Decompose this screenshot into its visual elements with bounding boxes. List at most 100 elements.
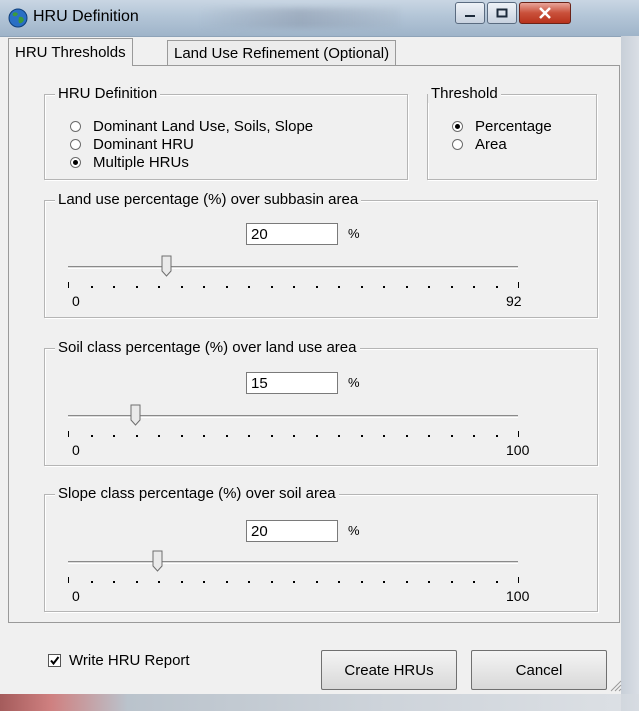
slider-ticks bbox=[68, 431, 519, 441]
write-hru-report-checkbox[interactable] bbox=[48, 654, 61, 667]
slider-max-label: 100 bbox=[506, 588, 530, 604]
maximize-icon bbox=[496, 8, 508, 18]
radio-button[interactable] bbox=[70, 121, 81, 132]
minimize-icon bbox=[465, 15, 475, 17]
slider-tick bbox=[293, 435, 295, 437]
slider-tick bbox=[405, 581, 408, 583]
slider-tick bbox=[360, 581, 363, 583]
slider-tick bbox=[518, 431, 519, 437]
slider-tick bbox=[90, 435, 93, 437]
slider-tick bbox=[68, 577, 69, 583]
slider-tick bbox=[113, 435, 115, 437]
write-hru-report-label: Write HRU Report bbox=[69, 652, 190, 669]
radio-label: Dominant Land Use, Soils, Slope bbox=[93, 118, 314, 135]
slider-tick bbox=[338, 581, 340, 583]
slider-tick bbox=[135, 581, 138, 583]
unit-label: % bbox=[348, 375, 360, 390]
title-bar[interactable]: HRU Definition bbox=[0, 0, 639, 37]
slider-tick bbox=[248, 435, 250, 437]
slider-track[interactable] bbox=[68, 266, 518, 269]
window-title: HRU Definition bbox=[33, 8, 139, 25]
slider-tick bbox=[135, 435, 138, 437]
slider-tick bbox=[158, 581, 160, 583]
slider-tick bbox=[450, 286, 453, 288]
cancel-button[interactable]: Cancel bbox=[471, 650, 607, 690]
slider-tick bbox=[180, 435, 183, 437]
slider-tick bbox=[495, 286, 498, 288]
slider-min-label: 0 bbox=[72, 442, 80, 458]
radio-dominant-hru[interactable]: Dominant HRU bbox=[70, 136, 194, 153]
slider-tick bbox=[495, 435, 498, 437]
tab-hru-thresholds[interactable]: HRU Thresholds bbox=[8, 38, 133, 66]
slider-ticks bbox=[68, 282, 519, 292]
slider-min-label: 0 bbox=[72, 588, 80, 604]
slider-tick bbox=[270, 286, 273, 288]
slider-tick bbox=[158, 286, 160, 288]
slider-tick bbox=[360, 435, 363, 437]
slider-thumb[interactable] bbox=[161, 255, 173, 277]
resize-grip-icon[interactable] bbox=[608, 678, 622, 692]
slider-tick bbox=[68, 431, 69, 437]
maximize-button[interactable] bbox=[487, 2, 517, 24]
slider-tick bbox=[428, 435, 430, 437]
button-label: Cancel bbox=[515, 661, 563, 679]
slope-class-percentage-input[interactable] bbox=[246, 520, 338, 542]
radio-label: Dominant HRU bbox=[93, 136, 194, 153]
slider-tick bbox=[518, 577, 519, 583]
land-use-percentage-input[interactable] bbox=[246, 223, 338, 245]
slider-tick bbox=[203, 286, 205, 288]
slider-track[interactable] bbox=[68, 561, 518, 564]
radio-dominant-landuse-soils-slope[interactable]: Dominant Land Use, Soils, Slope bbox=[70, 118, 313, 135]
tab-land-use-refinement[interactable]: Land Use Refinement (Optional) bbox=[167, 40, 397, 66]
unit-label: % bbox=[348, 226, 360, 241]
group-title: Soil class percentage (%) over land use … bbox=[55, 339, 360, 357]
radio-percentage[interactable]: Percentage bbox=[452, 118, 552, 135]
radio-button[interactable] bbox=[70, 157, 81, 168]
button-label: Create HRUs bbox=[344, 661, 434, 679]
slider-tick bbox=[180, 286, 183, 288]
soil-class-percentage-input[interactable] bbox=[246, 372, 338, 394]
radio-area[interactable]: Area bbox=[452, 136, 507, 153]
tab-label: HRU Thresholds bbox=[15, 44, 126, 61]
minimize-button[interactable] bbox=[455, 2, 485, 24]
slider-tick bbox=[270, 581, 273, 583]
slider-tick bbox=[338, 435, 340, 437]
slider-tick bbox=[225, 435, 228, 437]
slider-tick bbox=[225, 581, 228, 583]
radio-button[interactable] bbox=[452, 139, 463, 150]
radio-button[interactable] bbox=[452, 121, 463, 132]
slider-tick bbox=[180, 581, 183, 583]
slider-tick bbox=[428, 581, 430, 583]
slider-tick bbox=[293, 581, 295, 583]
close-button[interactable] bbox=[519, 2, 571, 24]
slider-tick bbox=[293, 286, 295, 288]
radio-label: Multiple HRUs bbox=[93, 154, 189, 171]
create-hrus-button[interactable]: Create HRUs bbox=[321, 650, 457, 690]
slider-tick bbox=[383, 286, 385, 288]
slider-tick bbox=[90, 581, 93, 583]
slider-tick bbox=[135, 286, 138, 288]
close-icon bbox=[539, 7, 551, 19]
tab-label: Land Use Refinement (Optional) bbox=[174, 45, 390, 62]
slider-tick bbox=[495, 581, 498, 583]
slider-min-label: 0 bbox=[72, 293, 80, 309]
slider-tick bbox=[225, 286, 228, 288]
radio-label: Percentage bbox=[475, 118, 552, 135]
globe-icon bbox=[8, 8, 28, 28]
slider-tick bbox=[405, 435, 408, 437]
slider-thumb[interactable] bbox=[152, 550, 164, 572]
slider-tick bbox=[315, 435, 318, 437]
slider-tick bbox=[473, 581, 475, 583]
slider-tick bbox=[68, 282, 69, 288]
checkmark-icon bbox=[50, 656, 60, 666]
slider-max-label: 92 bbox=[506, 293, 522, 309]
slider-tick bbox=[473, 286, 475, 288]
radio-multiple-hrus[interactable]: Multiple HRUs bbox=[70, 154, 189, 171]
group-title: Land use percentage (%) over subbasin ar… bbox=[55, 191, 362, 209]
radio-button[interactable] bbox=[70, 139, 81, 150]
slider-tick bbox=[203, 435, 205, 437]
slider-thumb[interactable] bbox=[130, 404, 142, 426]
hru-definition-window: HRU Definition HRU Thresholds Land Use R… bbox=[0, 0, 639, 711]
group-title: Threshold bbox=[428, 85, 501, 103]
background-window-strip bbox=[621, 36, 639, 711]
